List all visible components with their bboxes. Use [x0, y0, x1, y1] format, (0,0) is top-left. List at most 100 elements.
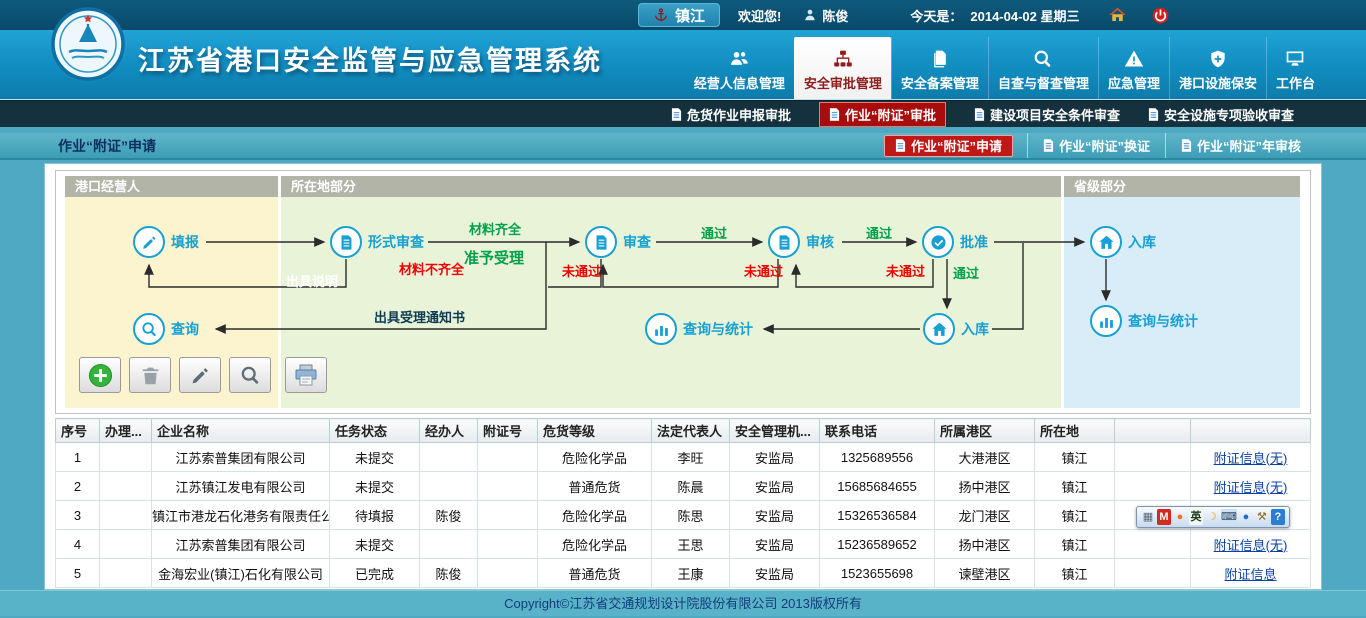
- table-cell: 安监局: [730, 530, 820, 559]
- table-cell: 龙门港区: [935, 501, 1035, 530]
- page-tab-fuzheng-annual[interactable]: 作业“附证”年审核: [1165, 133, 1316, 158]
- table-cell: 镇江: [1035, 501, 1115, 530]
- table-cell: 1: [56, 443, 100, 472]
- table-cell: 1325689556: [820, 443, 935, 472]
- table-cell: 1523655698: [820, 559, 935, 588]
- subnav-item-fuzheng-approval[interactable]: 作业“附证”审批: [819, 102, 946, 127]
- nav-tab-safety-approval[interactable]: 安全审批管理: [794, 37, 891, 99]
- flow-label-accepted: 准予受理: [464, 247, 524, 268]
- document-icon: [585, 226, 617, 258]
- flowchart-panel: 港口经营人 所在地部分 省级部分: [55, 170, 1311, 414]
- table-row[interactable]: 4江苏索普集团有限公司未提交危险化学品王思安监局15236589652扬中港区镇…: [56, 530, 1311, 559]
- nav-tab-self-inspection[interactable]: 自查与督查管理: [988, 37, 1098, 99]
- help-icon[interactable]: ?: [1271, 509, 1285, 525]
- drag-handle-icon[interactable]: ▦: [1141, 509, 1155, 525]
- user-name: 陈俊: [822, 6, 848, 25]
- nav-tab-operator-info[interactable]: 经营人信息管理: [685, 37, 794, 99]
- keyboard-icon[interactable]: ⌨: [1221, 509, 1237, 525]
- delete-button[interactable]: [129, 357, 171, 393]
- table-cell: 15326536584: [820, 501, 935, 530]
- flow-node-label: 入库: [961, 319, 989, 339]
- section-provincial: 省级部分: [1064, 176, 1300, 408]
- subnav-label: 建设项目安全条件审查: [990, 105, 1120, 124]
- flow-node-label: 查询与统计: [683, 319, 753, 339]
- half-moon-icon[interactable]: ☽: [1205, 509, 1219, 525]
- table-row[interactable]: 2江苏镇江发电有限公司未提交普通危货陈晨安监局15685684655扬中港区镇江…: [56, 472, 1311, 501]
- table-cell: 大港港区: [935, 443, 1035, 472]
- section-header: 省级部分: [1064, 176, 1300, 197]
- nav-tab-label: 安全审批管理: [804, 73, 882, 92]
- footer: Copyright©江苏省交通规划设计院股份有限公司 2013版权所有: [0, 590, 1366, 616]
- magnifier-icon: [133, 313, 165, 345]
- fuzheng-info-link[interactable]: 附证信息(无): [1214, 538, 1288, 553]
- globe-dot-icon[interactable]: ●: [1239, 509, 1253, 525]
- table-cell: 未提交: [330, 472, 420, 501]
- column-header: 经办人: [420, 419, 478, 443]
- welcome-text: 欢迎您!: [738, 6, 781, 25]
- nav-tab-safety-filing[interactable]: 安全备案管理: [891, 37, 988, 99]
- mode-dot-icon[interactable]: ●: [1173, 509, 1187, 525]
- table-cell: 未提交: [330, 530, 420, 559]
- subnav-item-facility-acceptance[interactable]: 安全设施专项验收审查: [1148, 105, 1294, 124]
- table-cell: 镇江: [1035, 472, 1115, 501]
- table-cell: 金海宏业(镇江)石化有限公司: [152, 559, 330, 588]
- fuzheng-info-link[interactable]: 附证信息: [1224, 567, 1276, 582]
- house-icon: [923, 313, 955, 345]
- date-display: 今天是： 2014-04-02 星期三: [910, 6, 1079, 25]
- check-circle-icon: [922, 226, 954, 258]
- table-cell: 江苏镇江发电有限公司: [152, 472, 330, 501]
- section-local: 所在地部分: [281, 176, 1061, 408]
- trash-icon: [140, 365, 161, 386]
- table-cell: 江苏索普集团有限公司: [152, 443, 330, 472]
- flow-node-label: 查询: [171, 319, 199, 339]
- nav-tab-emergency[interactable]: 应急管理: [1098, 37, 1169, 99]
- table-cell: 危险化学品: [538, 501, 652, 530]
- table-cell: 陈俊: [420, 559, 478, 588]
- lang-english-icon[interactable]: 英: [1189, 509, 1203, 525]
- nav-tab-workbench[interactable]: 工作台: [1266, 37, 1324, 99]
- edit-button[interactable]: [179, 357, 221, 393]
- wrench-icon[interactable]: ⚒: [1255, 509, 1269, 525]
- logout-button[interactable]: [1151, 6, 1170, 25]
- home-button[interactable]: [1108, 6, 1127, 24]
- search-button[interactable]: [229, 357, 271, 393]
- fuzheng-info-link[interactable]: 附证信息(无): [1214, 451, 1288, 466]
- page-tab-fuzheng-apply[interactable]: 作业“附证”申请: [884, 135, 1013, 157]
- ime-toolbar[interactable]: ▦M●英☽⌨●⚒?: [1136, 506, 1290, 528]
- table-cell: 安监局: [730, 559, 820, 588]
- table-row[interactable]: 3镇江市港龙石化港务有限责任公待填报陈俊危险化学品陈思安监局1532653658…: [56, 501, 1311, 530]
- table-cell: 谏壁港区: [935, 559, 1035, 588]
- table-cell: 陈俊: [420, 501, 478, 530]
- subnav-item-construction-review[interactable]: 建设项目安全条件审查: [974, 105, 1120, 124]
- subnav-item-dangerous-goods-approval[interactable]: 危货作业申报审批: [671, 105, 791, 124]
- table-row[interactable]: 5金海宏业(镇江)石化有限公司已完成陈俊普通危货王康安监局1523655698谏…: [56, 559, 1311, 588]
- add-button[interactable]: [79, 357, 121, 393]
- flow-node-approve: 批准: [922, 226, 988, 258]
- chart-icon: [1090, 305, 1122, 337]
- table-cell: [1115, 443, 1191, 472]
- flow-label-materials-incomplete: 材料不齐全: [399, 259, 464, 278]
- table-header-row: 序号办理...企业名称任务状态经办人附证号危货等级法定代表人安全管理机...联系…: [56, 419, 1311, 443]
- city-label: 镇江: [675, 5, 705, 26]
- flow-node-label: 批准: [960, 232, 988, 252]
- fuzheng-info-link[interactable]: 附证信息(无): [1214, 480, 1288, 495]
- table-cell: [478, 530, 538, 559]
- topbar-right: 镇江 欢迎您! 陈俊 今天是： 2014-04-02 星期三: [638, 0, 1170, 30]
- table-cell: 15685684655: [820, 472, 935, 501]
- column-header: 附证号: [478, 419, 538, 443]
- table-cell: 王康: [652, 559, 730, 588]
- table-cell: 已完成: [330, 559, 420, 588]
- pagebar: 作业“附证”申请 作业“附证”申请 作业“附证”换证 作业“附证”年审核: [0, 133, 1366, 160]
- nav-tab-facility-security[interactable]: 港口设施保安: [1169, 37, 1266, 99]
- flow-node-fill-in: 填报: [133, 226, 199, 258]
- content-panel: 港口经营人 所在地部分 省级部分: [44, 163, 1322, 590]
- table-cell: 安监局: [730, 472, 820, 501]
- print-button[interactable]: [285, 357, 327, 393]
- table-row[interactable]: 1江苏索普集团有限公司未提交危险化学品李旺安监局1325689556大港港区镇江…: [56, 443, 1311, 472]
- ime-logo-icon[interactable]: M: [1157, 509, 1171, 525]
- flow-node-query-stats-provincial: 查询与统计: [1090, 305, 1198, 337]
- table-cell: 王思: [652, 530, 730, 559]
- flow-label-fail-3: 未通过: [886, 261, 925, 280]
- chart-icon: [645, 313, 677, 345]
- page-tab-fuzheng-renew[interactable]: 作业“附证”换证: [1027, 133, 1165, 158]
